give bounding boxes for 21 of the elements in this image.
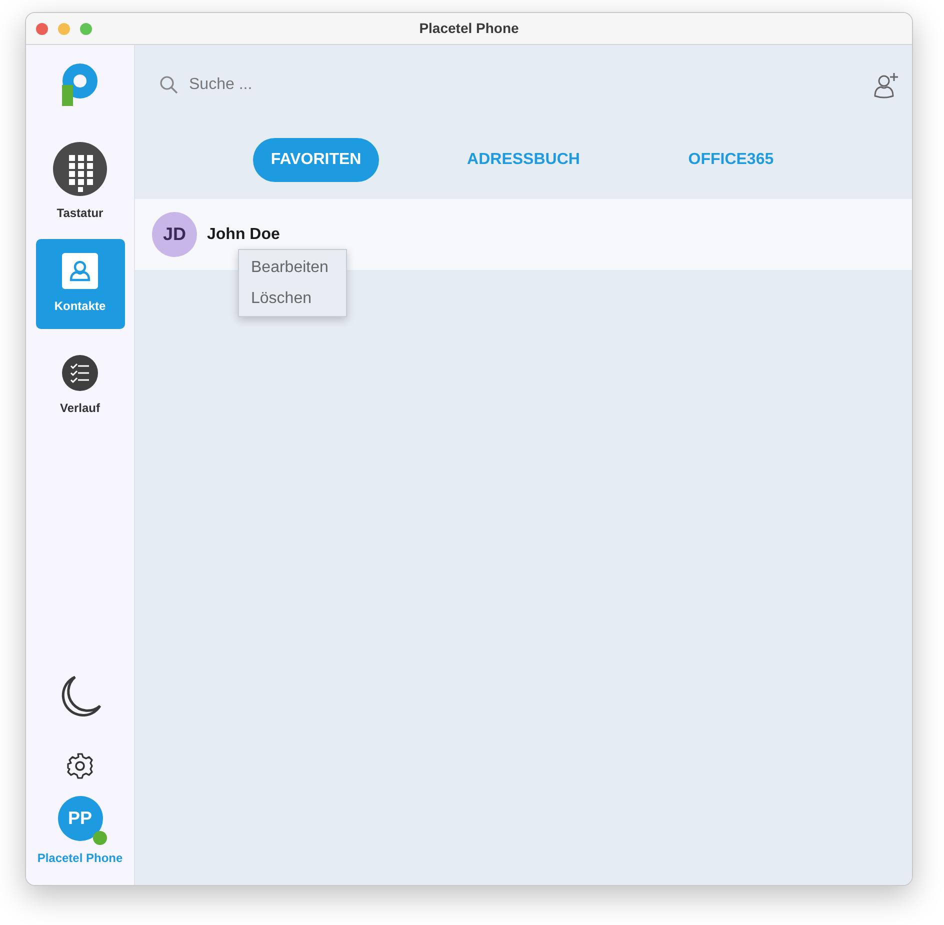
user-avatar[interactable]: PP xyxy=(58,796,102,841)
tab[interactable]: ADRESSBUCH xyxy=(451,138,596,182)
contact-card-icon xyxy=(62,253,98,289)
search-icon xyxy=(159,75,179,95)
contact-name: John Doe xyxy=(207,224,280,244)
menu-item[interactable]: Löschen xyxy=(239,283,346,314)
search-field[interactable]: Suche ... xyxy=(189,73,872,97)
user-name: Placetel Phone xyxy=(37,850,123,867)
nav-item[interactable]: Tastatur xyxy=(36,137,124,227)
tab[interactable]: FAVORITEN xyxy=(253,138,380,182)
keypad-icon xyxy=(53,142,107,196)
add-contact-icon[interactable] xyxy=(872,71,900,99)
window-title: Placetel Phone xyxy=(419,19,519,38)
settings-icon[interactable] xyxy=(66,752,94,780)
tab[interactable]: OFFICE365 xyxy=(668,138,794,182)
nav-item[interactable]: Verlauf xyxy=(36,341,124,431)
contact-avatar: JD xyxy=(152,212,197,257)
logo-icon xyxy=(60,63,100,107)
nav-item[interactable]: Kontakte xyxy=(36,239,124,329)
checklist-icon xyxy=(62,355,98,391)
close-button[interactable] xyxy=(36,22,48,34)
